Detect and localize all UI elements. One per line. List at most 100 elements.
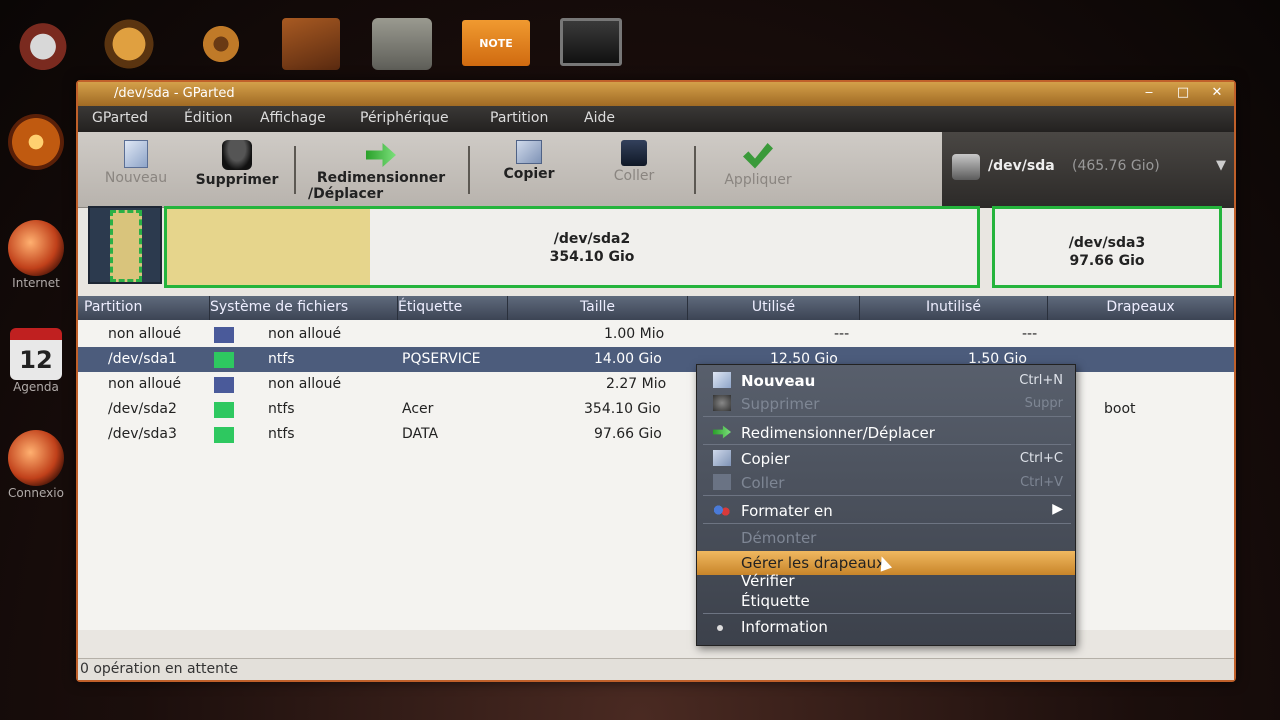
maximize-icon[interactable]: □ bbox=[1174, 85, 1192, 101]
home-icon[interactable] bbox=[12, 18, 74, 70]
globe-icon bbox=[8, 220, 64, 276]
launcher-label: Internet bbox=[12, 276, 60, 290]
package-icon[interactable] bbox=[282, 18, 340, 70]
delete-button-label: Supprimer bbox=[195, 172, 279, 188]
disk-map-sda3-name: /dev/sda3 bbox=[1068, 235, 1146, 251]
menu-item-delete[interactable]: Supprimer Suppr bbox=[697, 392, 1075, 416]
cell-filesystem: non alloué bbox=[268, 376, 342, 392]
cell-partition: /dev/sda2 bbox=[108, 401, 177, 417]
format-icon bbox=[713, 502, 731, 518]
network-globe-icon bbox=[8, 430, 64, 486]
table-row[interactable]: non alloué non alloué 1.00 Mio --- --- bbox=[78, 322, 1234, 347]
col-partition[interactable]: Partition bbox=[84, 296, 210, 320]
resize-move-button[interactable]: Redimensionner /Déplacer bbox=[306, 136, 456, 202]
col-used[interactable]: Utilisé bbox=[688, 296, 860, 320]
menu-item-shortcut: Suppr bbox=[1024, 396, 1063, 411]
note-icon-label: NOTE bbox=[479, 36, 513, 50]
launcher-label: Connexio bbox=[8, 486, 64, 500]
monitor-icon[interactable] bbox=[560, 18, 622, 66]
delete-button[interactable]: Supprimer bbox=[188, 136, 286, 188]
disk-map: /dev/sda2 354.10 Gio /dev/sda3 97.66 Gio bbox=[88, 206, 1226, 298]
cell-filesystem: non alloué bbox=[268, 326, 342, 342]
launcher-connexion[interactable]: Connexio bbox=[0, 430, 72, 500]
cell-partition: /dev/sda3 bbox=[108, 426, 177, 442]
menu-help[interactable]: Aide bbox=[584, 110, 615, 126]
toolbar-separator bbox=[694, 146, 696, 194]
launcher-apps[interactable] bbox=[0, 114, 72, 170]
chevron-down-icon: ▼ bbox=[1216, 158, 1226, 173]
copy-button-label: Copier bbox=[503, 166, 555, 182]
menu-view[interactable]: Affichage bbox=[260, 110, 326, 126]
minimize-icon[interactable]: ‒ bbox=[1140, 85, 1158, 101]
device-size: (465.76 Gio) bbox=[1072, 158, 1160, 174]
device-selector[interactable]: /dev/sda (465.76 Gio) ▼ bbox=[942, 132, 1234, 208]
col-flags[interactable]: Drapeaux bbox=[1048, 296, 1234, 320]
menu-separator bbox=[703, 416, 1071, 417]
menu-item-new[interactable]: Nouveau Ctrl+N bbox=[697, 369, 1075, 393]
menu-item-label-edit[interactable]: Étiquette bbox=[697, 589, 1075, 613]
cell-unused: --- bbox=[1022, 326, 1038, 342]
cell-partition: non alloué bbox=[108, 376, 182, 392]
menu-item-paste[interactable]: Coller Ctrl+V bbox=[697, 471, 1075, 495]
disk-map-sda2[interactable]: /dev/sda2 354.10 Gio bbox=[164, 206, 980, 288]
menu-separator bbox=[703, 613, 1071, 614]
new-partition-icon bbox=[713, 372, 731, 388]
menu-edit[interactable]: Édition bbox=[184, 110, 232, 126]
cell-size: 97.66 Gio bbox=[594, 426, 662, 442]
note-icon[interactable]: NOTE bbox=[462, 20, 530, 66]
drive-icon bbox=[952, 154, 980, 180]
launcher-agenda[interactable]: 12 Agenda bbox=[0, 328, 72, 394]
disk-map-sda3[interactable]: /dev/sda3 97.66 Gio bbox=[992, 206, 1222, 288]
menu-gparted[interactable]: GParted bbox=[92, 110, 148, 126]
menu-item-label: Supprimer bbox=[741, 395, 820, 413]
cell-size: 14.00 Gio bbox=[594, 351, 662, 367]
checkmark-icon bbox=[743, 143, 773, 169]
menu-separator bbox=[703, 495, 1071, 496]
cell-filesystem: ntfs bbox=[268, 426, 295, 442]
copy-button[interactable]: Copier bbox=[488, 136, 570, 182]
fs-color-swatch bbox=[214, 327, 234, 343]
new-button-label: Nouveau bbox=[104, 170, 168, 186]
menu-item-label: Vérifier bbox=[741, 572, 795, 590]
disk-map-sda1[interactable] bbox=[88, 206, 162, 284]
partition-context-menu: Nouveau Ctrl+N Supprimer Suppr Redimensi… bbox=[696, 364, 1076, 646]
menu-item-label: Copier bbox=[741, 450, 790, 468]
apply-button[interactable]: Appliquer bbox=[708, 136, 808, 188]
delete-icon bbox=[713, 395, 731, 411]
disc-icon[interactable] bbox=[190, 18, 252, 70]
menu-item-copy[interactable]: Copier Ctrl+C bbox=[697, 447, 1075, 471]
apply-button-label: Appliquer bbox=[724, 172, 792, 188]
paste-button[interactable]: Coller bbox=[594, 136, 674, 184]
menu-item-shortcut: Ctrl+C bbox=[1019, 451, 1063, 466]
paste-icon bbox=[713, 474, 731, 490]
col-label[interactable]: Étiquette bbox=[398, 296, 508, 320]
cell-partition: non alloué bbox=[108, 326, 182, 342]
toolbar-separator bbox=[468, 146, 470, 194]
hard-disk-icon[interactable] bbox=[372, 18, 432, 70]
menu-item-shortcut: Ctrl+V bbox=[1020, 475, 1063, 490]
menu-item-format[interactable]: Formater en ▶ bbox=[697, 499, 1075, 523]
col-size[interactable]: Taille bbox=[508, 296, 688, 320]
title-bar[interactable]: /dev/sda - GParted ‒ □ ✕ bbox=[78, 82, 1234, 106]
info-icon[interactable] bbox=[98, 18, 160, 70]
paste-icon bbox=[621, 140, 647, 166]
menu-item-unmount[interactable]: Démonter bbox=[697, 526, 1075, 550]
menu-item-information[interactable]: Information bbox=[697, 615, 1075, 639]
menu-partition[interactable]: Partition bbox=[490, 110, 548, 126]
col-filesystem[interactable]: Système de fichiers bbox=[210, 296, 398, 320]
left-dock: Internet 12 Agenda Connexio bbox=[0, 110, 70, 530]
disk-map-sda3-size: 97.66 Gio bbox=[1069, 253, 1145, 269]
close-icon[interactable]: ✕ bbox=[1208, 85, 1226, 101]
col-unused[interactable]: Inutilisé bbox=[860, 296, 1048, 320]
menu-item-shortcut: Ctrl+N bbox=[1019, 373, 1063, 388]
resize-arrow-icon bbox=[366, 143, 396, 167]
menu-device[interactable]: Périphérique bbox=[360, 110, 449, 126]
cell-size: 2.27 Mio bbox=[606, 376, 667, 392]
menu-item-label: Information bbox=[741, 618, 828, 636]
launcher-internet[interactable]: Internet bbox=[0, 220, 72, 290]
menu-item-resize-move[interactable]: Redimensionner/Déplacer bbox=[697, 421, 1075, 445]
disk-map-sda2-size: 354.10 Gio bbox=[549, 249, 635, 265]
fs-color-swatch bbox=[214, 377, 234, 393]
new-button[interactable]: Nouveau bbox=[96, 136, 176, 186]
resize-button-label-2: /Déplacer bbox=[308, 186, 384, 202]
